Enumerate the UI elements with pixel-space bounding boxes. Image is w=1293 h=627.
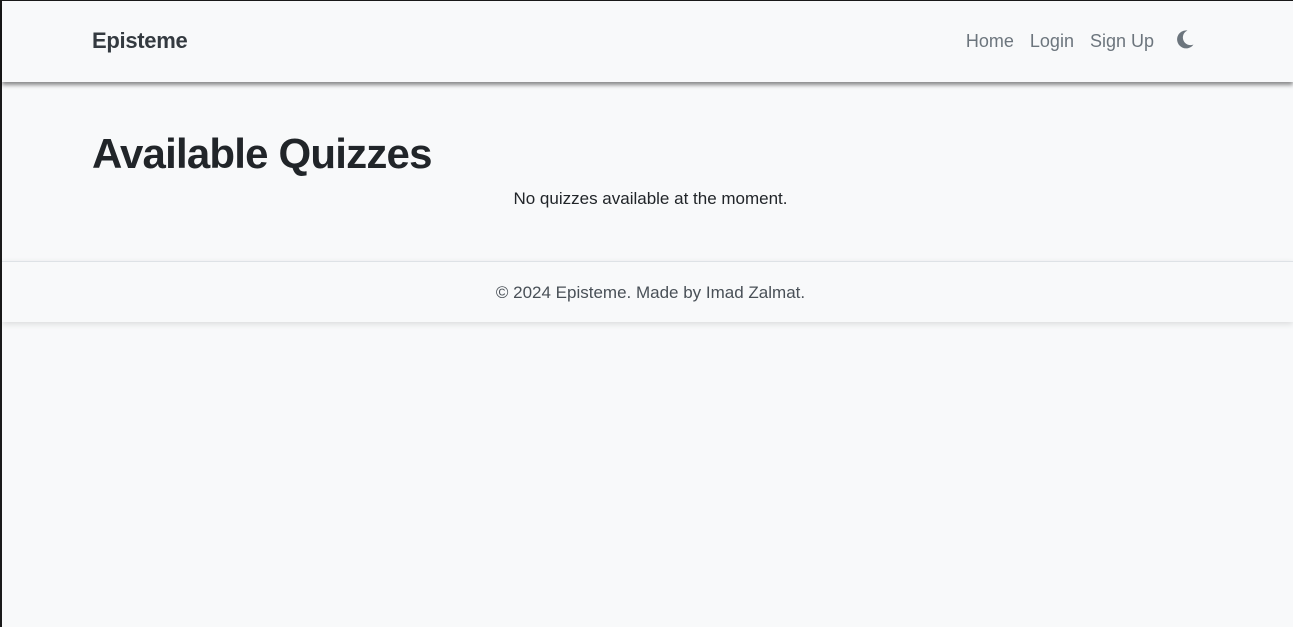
nav-link-login[interactable]: Login	[1030, 30, 1074, 52]
moon-icon	[1177, 30, 1194, 49]
brand-link[interactable]: Episteme	[92, 28, 188, 54]
nav-links: Home Login Sign Up	[966, 30, 1196, 52]
page-title: Available Quizzes	[92, 130, 432, 177]
nav-link-signup[interactable]: Sign Up	[1090, 30, 1154, 52]
footer-text: © 2024 Episteme. Made by Imad Zalmat.	[495, 283, 806, 302]
theme-toggle-button[interactable]	[1174, 28, 1196, 50]
empty-state-message: No quizzes available at the moment.	[513, 189, 788, 208]
footer: © 2024 Episteme. Made by Imad Zalmat.	[2, 261, 1293, 322]
navbar: Episteme Home Login Sign Up	[2, 1, 1293, 82]
nav-link-home[interactable]: Home	[966, 30, 1014, 52]
